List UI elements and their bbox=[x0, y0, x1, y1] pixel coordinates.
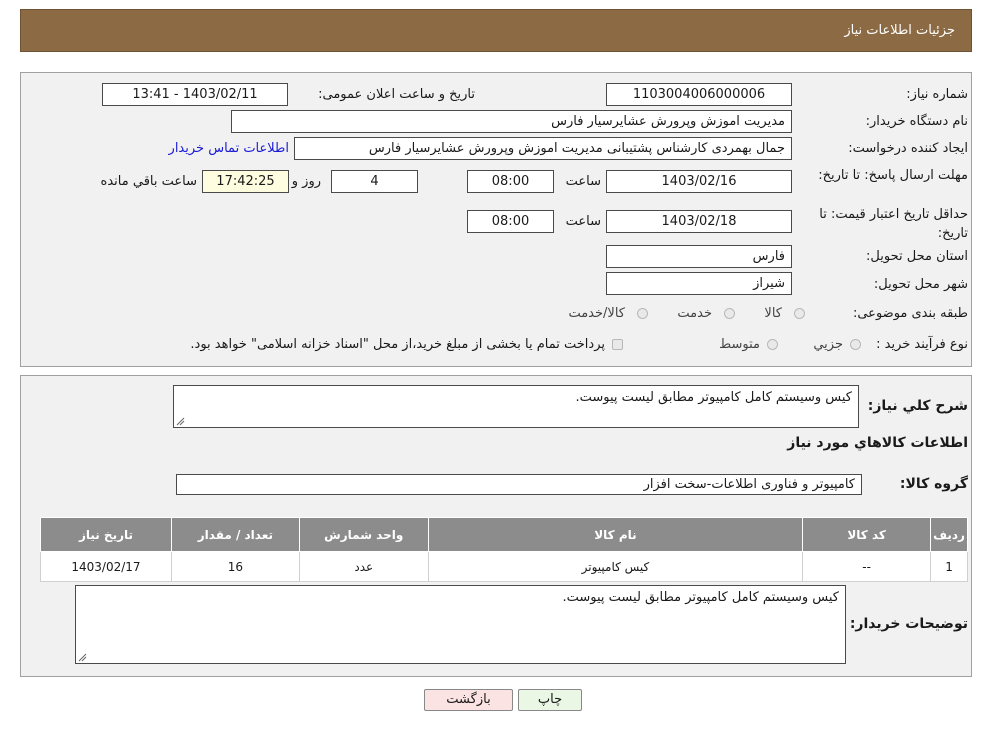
col-header-goods-code: کد کالا bbox=[802, 517, 932, 552]
deadline-date-field: 1403/02/16 bbox=[606, 170, 792, 193]
price-validity-time-field: 08:00 bbox=[467, 210, 554, 233]
cell-goods-code: -- bbox=[802, 551, 932, 582]
goods-info-title: اطلاعات کالاهاي مورد نياز bbox=[787, 435, 968, 451]
col-header-goods-name: نام کالا bbox=[427, 517, 804, 552]
deadline-time-field: 08:00 bbox=[467, 170, 554, 193]
treasury-payment-checkbox[interactable] bbox=[612, 339, 623, 350]
province-field: فارس bbox=[606, 245, 792, 268]
process-minor-radio[interactable] bbox=[850, 339, 861, 350]
category-goods-radio[interactable] bbox=[794, 308, 805, 319]
city-label: شهر محل تحویل: bbox=[873, 277, 968, 292]
time-remaining-field: 17:42:25 bbox=[202, 170, 289, 193]
goods-group-label: گروه کالا: bbox=[899, 476, 968, 492]
price-validity-date-field: 1403/02/18 bbox=[606, 210, 792, 233]
cell-goods-name: کیس کامپیوتر bbox=[427, 551, 804, 582]
print-button[interactable]: چاپ bbox=[518, 689, 582, 711]
province-label: استان محل تحویل: bbox=[866, 249, 968, 264]
need-number-label: شماره نیاز: bbox=[906, 87, 968, 102]
category-label: طبقه بندی موضوعی: bbox=[852, 306, 968, 321]
announce-label: تاریخ و ساعت اعلان عمومی: bbox=[318, 87, 475, 102]
buyer-org-label: نام دستگاه خریدار: bbox=[865, 114, 968, 129]
buyer-notes-label: توضیحات خریدار: bbox=[849, 616, 968, 632]
buyer-org-field: مدیریت اموزش وپرورش عشایرسیار فارس bbox=[231, 110, 792, 133]
price-validity-label: حداقل تاریخ اعتبار قیمت: تا تاریخ: bbox=[819, 207, 968, 241]
col-header-quantity: تعداد / مقدار bbox=[170, 517, 300, 552]
buyer-notes-text: کیس وسیستم کامل کامپیوتر مطابق لیست پیوس… bbox=[562, 590, 839, 605]
price-validity-time-label: ساعت bbox=[565, 214, 601, 229]
resize-grip-icon[interactable] bbox=[78, 653, 87, 662]
back-button[interactable]: بازگشت bbox=[424, 689, 513, 711]
day-and-label: روز و bbox=[291, 174, 321, 189]
process-type-label: نوع فرآیند خرید : bbox=[876, 337, 968, 352]
summary-textarea: کیس وسیستم کامل کامپیوتر مطابق لیست پیوس… bbox=[173, 385, 859, 428]
buyer-notes-textarea: کیس وسیستم کامل کامپیوتر مطابق لیست پیوس… bbox=[75, 585, 846, 664]
page-title: جزئیات اطلاعات نیاز bbox=[844, 23, 955, 38]
city-field: شیراز bbox=[606, 272, 792, 295]
buyer-contact-link[interactable]: اطلاعات تماس خریدار bbox=[169, 141, 289, 156]
page-header: جزئیات اطلاعات نیاز bbox=[20, 9, 972, 52]
col-header-need-date: تاریخ نیاز bbox=[40, 517, 172, 552]
cell-row-number: 1 bbox=[930, 551, 968, 582]
requester-field: جمال بهمردی کارشناس پشتیبانی مدیریت اموز… bbox=[294, 137, 792, 160]
announce-datetime-field: 1403/02/11 - 13:41 bbox=[102, 83, 288, 106]
col-header-row-number: ردیف bbox=[930, 517, 968, 552]
cell-need-date: 1403/02/17 bbox=[40, 551, 172, 582]
category-service-radio[interactable] bbox=[724, 308, 735, 319]
summary-label: شرح كلي نياز: bbox=[867, 398, 968, 414]
deadline-label: مهلت ارسال پاسخ: تا تاریخ: bbox=[818, 168, 968, 183]
category-goods-text: کالا bbox=[764, 306, 782, 321]
summary-text: کیس وسیستم کامل کامپیوتر مطابق لیست پیوس… bbox=[575, 390, 852, 405]
process-minor-text: جزیي bbox=[813, 337, 843, 352]
category-goods-service-radio[interactable] bbox=[637, 308, 648, 319]
items-table: ردیف کد کالا نام کالا واحد شمارش تعداد /… bbox=[40, 517, 968, 582]
items-table-header: ردیف کد کالا نام کالا واحد شمارش تعداد /… bbox=[40, 517, 968, 552]
days-remaining-field: 4 bbox=[331, 170, 418, 193]
remaining-label: ساعت باقي مانده bbox=[100, 174, 197, 189]
resize-grip-icon[interactable] bbox=[176, 417, 185, 426]
col-header-unit: واحد شمارش bbox=[298, 517, 429, 552]
cell-quantity: 16 bbox=[170, 551, 300, 582]
need-number-field: 1103004006000006 bbox=[606, 83, 792, 106]
process-medium-radio[interactable] bbox=[767, 339, 778, 350]
requester-label: ایجاد کننده درخواست: bbox=[848, 141, 968, 156]
goods-group-field: کامپیوتر و فناوری اطلاعات-سخت افزار bbox=[176, 474, 862, 495]
category-service-text: خدمت bbox=[677, 306, 712, 321]
cell-unit: عدد bbox=[298, 551, 429, 582]
process-medium-text: متوسط bbox=[719, 337, 760, 352]
deadline-time-label: ساعت bbox=[565, 174, 601, 189]
category-goods-service-text: کالا/خدمت bbox=[568, 306, 625, 321]
table-row: 1 -- کیس کامپیوتر عدد 16 1403/02/17 bbox=[40, 551, 968, 582]
treasury-payment-note: پرداخت تمام یا بخشی از مبلغ خرید،از محل … bbox=[190, 337, 605, 352]
